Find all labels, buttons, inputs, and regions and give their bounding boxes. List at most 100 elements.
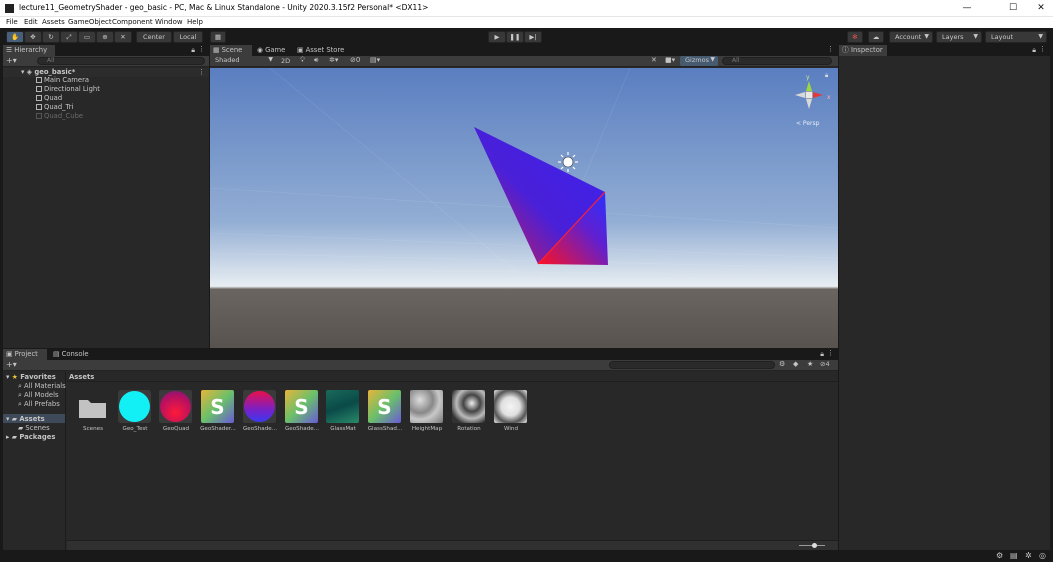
project-search-input[interactable] xyxy=(609,361,775,369)
asset-material[interactable]: Geo_Test xyxy=(117,389,153,435)
shading-mode-dropdown[interactable]: Shaded ▼ xyxy=(210,56,276,66)
2d-toggle[interactable]: 2D xyxy=(281,57,290,65)
scene-row[interactable]: ▾ ◈ geo_basic* ⋮ xyxy=(3,68,209,77)
debug-icon[interactable]: ✲ xyxy=(1025,551,1032,560)
scene-menu-icon[interactable]: ⋮ xyxy=(198,68,205,76)
transform-tool-icon[interactable]: ⊕ xyxy=(96,31,114,43)
asset-texture[interactable]: Wind xyxy=(493,389,529,435)
menu-file[interactable]: File xyxy=(6,18,18,26)
tab-console[interactable]: ▤ Console xyxy=(50,349,92,360)
scale-tool-icon[interactable]: ⤢ xyxy=(60,31,78,43)
more-options-icon[interactable]: ⋮ xyxy=(827,45,834,53)
more-options-icon[interactable]: ⋮ xyxy=(1039,45,1046,53)
cloud-icon[interactable]: ☁ xyxy=(868,31,884,43)
render-camera-icon[interactable]: ■▾ xyxy=(665,56,675,64)
pivot-local-button[interactable]: Local xyxy=(173,31,203,43)
asset-shader[interactable]: S GeoShader... xyxy=(200,389,236,435)
asset-texture[interactable]: Rotation xyxy=(451,389,487,435)
hierarchy-item[interactable]: Directional Light xyxy=(36,85,100,93)
custom-tool-icon[interactable]: ✕ xyxy=(114,31,132,43)
collab-icon[interactable]: ✻ xyxy=(847,31,863,43)
packages-folder[interactable]: ▸ ▰ Packages xyxy=(6,433,55,441)
more-options-icon[interactable]: ⋮ xyxy=(198,45,205,53)
menu-assets[interactable]: Assets xyxy=(42,18,65,26)
create-plus-icon[interactable]: +▾ xyxy=(6,360,17,369)
play-button[interactable]: ▶ xyxy=(488,31,506,43)
grid-snap-icon[interactable]: ▦ xyxy=(210,31,226,43)
asset-material[interactable]: GlassMat xyxy=(325,389,361,435)
hierarchy-item[interactable]: Quad xyxy=(36,94,62,102)
close-button[interactable]: ✕ xyxy=(1025,1,1053,16)
camera-settings-icon[interactable]: ▤▾ xyxy=(370,56,380,64)
tab-project[interactable]: ▣ Project xyxy=(3,349,47,360)
directional-light-icon[interactable] xyxy=(558,152,578,172)
search-by-type-icon[interactable]: ⚙ xyxy=(779,360,785,368)
tab-hierarchy[interactable]: ☰ Hierarchy xyxy=(3,45,55,56)
gizmos-dropdown[interactable]: Gizmos ▼ xyxy=(680,56,718,66)
rect-tool-icon[interactable]: ▭ xyxy=(78,31,96,43)
hierarchy-item[interactable]: Quad_Tri xyxy=(36,103,73,111)
scenes-folder[interactable]: ▰ Scenes xyxy=(18,424,50,432)
menu-edit[interactable]: Edit xyxy=(24,18,38,26)
account-dropdown[interactable]: Account ▼ xyxy=(889,31,933,43)
hand-tool-icon[interactable]: ✋ xyxy=(6,31,24,43)
layers-dropdown[interactable]: Layers ▼ xyxy=(936,31,982,43)
more-options-icon[interactable]: ⋮ xyxy=(827,349,834,357)
asset-folder[interactable]: Scenes xyxy=(75,389,111,435)
tab-game[interactable]: ◉ Game xyxy=(254,45,290,56)
tab-asset-store[interactable]: ▣ Asset Store xyxy=(294,45,354,56)
minimize-button[interactable]: — xyxy=(951,1,983,16)
hidden-packages-icon[interactable]: ⊘4 xyxy=(820,360,830,368)
tools-icon[interactable]: ✕ xyxy=(651,56,657,64)
favorites-section[interactable]: ▾ ★ Favorites xyxy=(6,373,56,381)
audio-toggle-icon[interactable]: 🔊︎ xyxy=(314,56,318,65)
scene-panel: ▦ Scene ◉ Game ▣ Asset Store ⋮ Shaded ▼ 2… xyxy=(210,45,838,348)
layout-dropdown[interactable]: Layout ▼ xyxy=(985,31,1047,43)
favorite-item[interactable]: ⌕ All Prefabs xyxy=(18,400,60,409)
hierarchy-item-disabled[interactable]: Quad_Cube xyxy=(36,112,83,120)
cache-server-icon[interactable]: ⚙ xyxy=(996,551,1003,560)
step-button[interactable]: ▶| xyxy=(524,31,542,43)
asset-material[interactable]: GeoShade... xyxy=(242,389,278,435)
lighting-toggle-icon[interactable]: 💡︎ xyxy=(300,56,305,65)
gizmo-lock-icon[interactable]: 🔒︎ xyxy=(825,72,828,79)
search-by-label-icon[interactable]: ◆ xyxy=(793,360,798,368)
favorite-item[interactable]: ⌕ All Models xyxy=(18,391,59,400)
hierarchy-search-input[interactable]: All xyxy=(37,57,205,65)
auto-generate-icon[interactable]: ◎ xyxy=(1039,551,1046,560)
lock-icon[interactable]: 🔒︎ xyxy=(191,46,195,55)
perspective-label[interactable]: < Persp xyxy=(796,120,820,127)
pause-button[interactable]: ❚❚ xyxy=(506,31,524,43)
hierarchy-item-label: Quad_Cube xyxy=(44,112,84,120)
breadcrumb-assets[interactable]: Assets xyxy=(69,373,94,381)
scene-viewport[interactable]: y x < Persp 🔒︎ xyxy=(210,68,838,348)
hidden-objects-icon[interactable]: ⊘0 xyxy=(350,56,360,64)
rotate-tool-icon[interactable]: ↻ xyxy=(42,31,60,43)
asset-material[interactable]: GeoQuad xyxy=(158,389,194,435)
asset-texture[interactable]: HeightMap xyxy=(409,389,445,435)
scene-search-input[interactable]: All xyxy=(722,57,832,65)
lock-icon[interactable]: 🔒︎ xyxy=(1032,46,1036,55)
menu-gameobject[interactable]: GameObject xyxy=(68,18,112,26)
menu-help[interactable]: Help xyxy=(187,18,203,26)
menu-component[interactable]: Component xyxy=(112,18,153,26)
effects-toggle-icon[interactable]: ✲▾ xyxy=(329,56,338,64)
favorites-star-icon[interactable]: ★ xyxy=(807,360,813,368)
asset-shader[interactable]: S GlassShad... xyxy=(367,389,403,435)
zoom-slider-handle[interactable] xyxy=(812,543,817,548)
hierarchy-item[interactable]: Main Camera xyxy=(36,76,89,84)
asset-label: HeightMap xyxy=(411,426,443,432)
assets-folder-row[interactable]: ▾ ▰ Assets xyxy=(3,414,65,423)
create-plus-icon[interactable]: +▾ xyxy=(6,56,17,65)
lock-icon[interactable]: 🔒︎ xyxy=(820,350,824,359)
asset-label: GeoQuad xyxy=(162,426,190,432)
progress-icon[interactable]: ▤ xyxy=(1010,551,1018,560)
move-tool-icon[interactable]: ✥ xyxy=(24,31,42,43)
pivot-center-button[interactable]: Center xyxy=(136,31,172,43)
menu-window[interactable]: Window xyxy=(155,18,183,26)
tab-inspector[interactable]: ⓘ Inspector xyxy=(839,45,887,56)
asset-shader[interactable]: S GeoShade... xyxy=(284,389,320,435)
scene-label: ▾ ◈ geo_basic* xyxy=(21,68,76,76)
favorite-item[interactable]: ⌕ All Materials xyxy=(18,382,66,391)
tab-scene[interactable]: ▦ Scene xyxy=(210,45,252,56)
